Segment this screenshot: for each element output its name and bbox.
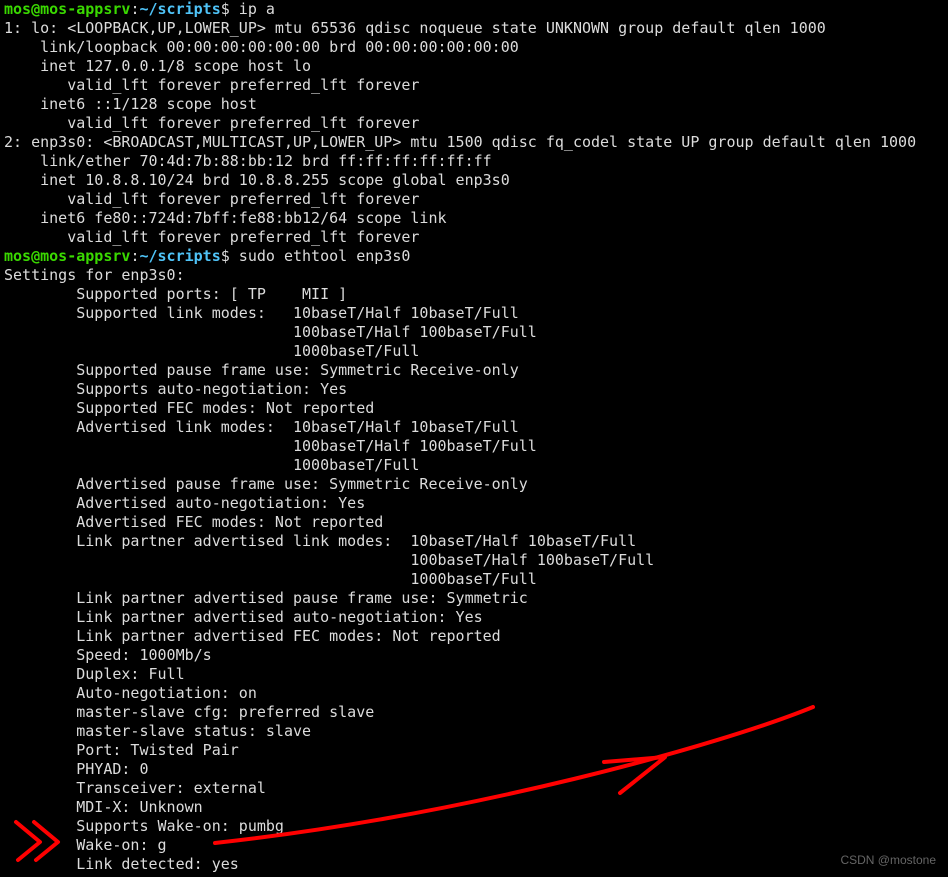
watermark-text: CSDN @mostone (840, 853, 936, 867)
terminal-output[interactable]: mos@mos-appsrv:~/scripts$ ip a 1: lo: <L… (0, 0, 948, 874)
